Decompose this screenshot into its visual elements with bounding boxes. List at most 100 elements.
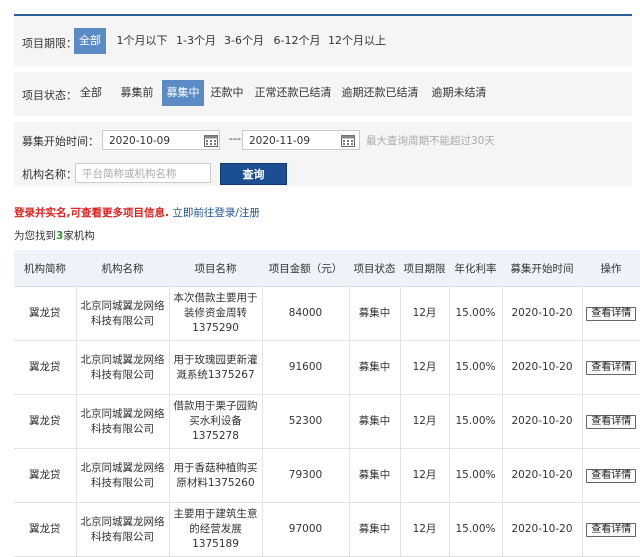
cell-term: 12月 xyxy=(400,448,450,503)
cell-start-date: 2020-10-20 xyxy=(502,286,583,341)
term-option-under-1m[interactable]: 1个月以下 xyxy=(114,28,170,54)
cell-action: 查看详情 xyxy=(582,448,640,503)
term-option-over-12m[interactable]: 12个月以上 xyxy=(326,28,388,54)
cell-rate: 15.00% xyxy=(449,286,503,341)
col-header-term: 项目期限 xyxy=(400,250,449,287)
login-warning: 登录并实名,可查看更多项目信息. xyxy=(14,207,169,219)
cell-short-name: 翼龙贷 xyxy=(14,340,77,395)
filter-term-label: 项目期限： xyxy=(22,37,77,50)
term-option-3-6m[interactable]: 3-6个月 xyxy=(222,28,266,54)
cell-status: 募集中 xyxy=(349,340,401,395)
start-date-input[interactable]: 2020-10-09 xyxy=(102,130,220,150)
cell-action: 查看详情 xyxy=(582,286,640,341)
term-option-6-12m[interactable]: 6-12个月 xyxy=(272,28,322,54)
cell-project-name: 用于玫瑰园更新灌溉系统1375267 xyxy=(169,340,263,395)
cell-rate: 15.00% xyxy=(449,394,503,449)
col-header-status: 项目状态 xyxy=(349,250,400,287)
table-row: 翼龙贷 北京同城翼龙网络科技有限公司 用于香菇种植购买原材料1375260 79… xyxy=(14,448,640,503)
cell-start-date: 2020-10-20 xyxy=(502,502,583,557)
filter-date-row: 募集开始时间： 2020-10-09 --- 2020-11-09 最大查询周期… xyxy=(14,122,632,158)
term-option-1-3m[interactable]: 1-3个月 xyxy=(174,28,218,54)
cell-status: 募集中 xyxy=(349,448,401,503)
cell-org-name: 北京同城翼龙网络科技有限公司 xyxy=(76,286,170,341)
cell-rate: 15.00% xyxy=(449,340,503,395)
cell-project-name: 借款用于栗子园购买水利设备1375278 xyxy=(169,394,263,449)
cell-amount: 84000 xyxy=(262,286,350,341)
cell-action: 查看详情 xyxy=(582,502,640,557)
cell-term: 12月 xyxy=(400,394,450,449)
cell-amount: 91600 xyxy=(262,340,350,395)
cell-amount: 52300 xyxy=(262,394,350,449)
cell-start-date: 2020-10-20 xyxy=(502,340,583,395)
login-notice: 登录并实名,可查看更多项目信息. 立即前往登录/注册 xyxy=(14,205,260,220)
cell-short-name: 翼龙贷 xyxy=(14,394,77,449)
view-details-button[interactable]: 查看详情 xyxy=(586,469,637,483)
status-option-raising[interactable]: 募集中 xyxy=(162,80,204,106)
calendar-icon[interactable] xyxy=(204,134,218,147)
col-header-rate: 年化利率 xyxy=(449,250,502,287)
date-separator: --- xyxy=(229,132,241,145)
term-option-all[interactable]: 全部 xyxy=(74,28,106,54)
cell-project-name: 本次借款主要用于装修资金周转1375290 xyxy=(169,286,263,341)
table-row: 翼龙贷 北京同城翼龙网络科技有限公司 主要用于建筑生意的经营发展1375189 … xyxy=(14,502,640,557)
cell-status: 募集中 xyxy=(349,394,401,449)
cell-org-name: 北京同城翼龙网络科技有限公司 xyxy=(76,448,170,503)
cell-org-name: 北京同城翼龙网络科技有限公司 xyxy=(76,502,170,557)
table-row: 翼龙贷 北京同城翼龙网络科技有限公司 借款用于栗子园购买水利设备1375278 … xyxy=(14,394,640,449)
cell-term: 12月 xyxy=(400,502,450,557)
cell-amount: 79300 xyxy=(262,448,350,503)
filter-status-row: 项目状态： 全部 募集前 募集中 还款中 正常还款已结清 逾期还款已结清 逾期未… xyxy=(14,72,632,116)
org-search-input[interactable]: 平台简称或机构名称 xyxy=(75,163,211,183)
view-details-button[interactable]: 查看详情 xyxy=(586,361,637,375)
status-option-all[interactable]: 全部 xyxy=(76,80,106,106)
query-button[interactable]: 查询 xyxy=(220,163,287,185)
cell-project-name: 主要用于建筑生意的经营发展1375189 xyxy=(169,502,263,557)
cell-start-date: 2020-10-20 xyxy=(502,448,583,503)
filter-term-row: 项目期限： 全部 1个月以下 1-3个月 3-6个月 6-12个月 12个月以上 xyxy=(14,16,632,66)
cell-term: 12月 xyxy=(400,340,450,395)
cell-term: 12月 xyxy=(400,286,450,341)
cell-short-name: 翼龙贷 xyxy=(14,286,77,341)
cell-project-name: 用于香菇种植购买原材料1375260 xyxy=(169,448,263,503)
filter-date-label: 募集开始时间： xyxy=(22,135,99,148)
col-header-project-name: 项目名称 xyxy=(169,250,262,287)
filter-status-label: 项目状态： xyxy=(22,89,77,102)
table-header-row: 机构简称 机构名称 项目名称 项目金额（元） 项目状态 项目期限 年化利率 募集… xyxy=(14,250,640,287)
col-header-org-name: 机构名称 xyxy=(76,250,169,287)
calendar-icon[interactable] xyxy=(341,134,355,147)
col-header-amount: 项目金额（元） xyxy=(262,250,349,287)
cell-status: 募集中 xyxy=(349,286,401,341)
cell-rate: 15.00% xyxy=(449,502,503,557)
cell-action: 查看详情 xyxy=(582,340,640,395)
col-header-short-name: 机构简称 xyxy=(14,250,76,287)
result-count: 为您找到3家机构 xyxy=(14,228,95,243)
view-details-button[interactable]: 查看详情 xyxy=(586,307,637,321)
status-option-pre[interactable]: 募集前 xyxy=(118,80,156,106)
cell-action: 查看详情 xyxy=(582,394,640,449)
cell-short-name: 翼龙贷 xyxy=(14,502,77,557)
date-range-hint: 最大查询周期不能超过30天 xyxy=(366,135,495,147)
status-option-overdue-unsettled[interactable]: 逾期未结清 xyxy=(428,80,490,106)
col-header-start-date: 募集开始时间 xyxy=(502,250,582,287)
status-option-overdue-settled[interactable]: 逾期还款已结清 xyxy=(340,80,420,106)
table-row: 翼龙贷 北京同城翼龙网络科技有限公司 本次借款主要用于装修资金周转1375290… xyxy=(14,286,640,341)
result-count-prefix: 为您找到 xyxy=(14,230,56,242)
filter-org-row: 机构名称： 平台简称或机构名称 查询 xyxy=(14,158,632,186)
col-header-action: 操作 xyxy=(582,250,640,287)
view-details-button[interactable]: 查看详情 xyxy=(586,523,637,537)
cell-short-name: 翼龙贷 xyxy=(14,448,77,503)
cell-rate: 15.00% xyxy=(449,448,503,503)
project-table: 机构简称 机构名称 项目名称 项目金额（元） 项目状态 项目期限 年化利率 募集… xyxy=(14,250,640,557)
status-option-repaying[interactable]: 还款中 xyxy=(208,80,246,106)
table-row: 翼龙贷 北京同城翼龙网络科技有限公司 用于玫瑰园更新灌溉系统1375267 91… xyxy=(14,340,640,395)
cell-amount: 97000 xyxy=(262,502,350,557)
status-option-settled[interactable]: 正常还款已结清 xyxy=(254,80,332,106)
filter-org-label: 机构名称： xyxy=(22,168,77,181)
view-details-button[interactable]: 查看详情 xyxy=(586,415,637,429)
result-count-suffix: 家机构 xyxy=(63,230,95,242)
cell-start-date: 2020-10-20 xyxy=(502,394,583,449)
cell-status: 募集中 xyxy=(349,502,401,557)
cell-org-name: 北京同城翼龙网络科技有限公司 xyxy=(76,340,170,395)
cell-org-name: 北京同城翼龙网络科技有限公司 xyxy=(76,394,170,449)
login-register-link[interactable]: 立即前往登录/注册 xyxy=(172,207,260,219)
